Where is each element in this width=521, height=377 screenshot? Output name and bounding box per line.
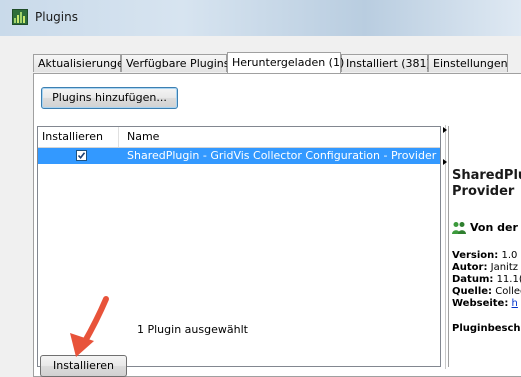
- tab-verfuegbare-plugins[interactable]: Verfügbare Plugins: [121, 54, 229, 72]
- table-row[interactable]: SharedPlugin - GridVis Collector Configu…: [38, 148, 440, 164]
- window-title: Plugins: [35, 10, 78, 24]
- list-header: Installieren Name: [38, 127, 440, 148]
- column-header-install[interactable]: Installieren: [38, 127, 118, 147]
- column-divider[interactable]: [118, 127, 119, 147]
- column-header-name[interactable]: Name: [123, 127, 423, 147]
- plugin-vendor: Von der: [451, 221, 518, 235]
- plugin-meta: Version: 1.0 Autor: Janitz Datum: 11.1( …: [452, 250, 521, 309]
- red-arrow-annotation: [70, 296, 109, 357]
- tab-aktualisierungen[interactable]: Aktualisierungen: [33, 54, 131, 72]
- tab-installiert[interactable]: Installiert (381): [341, 54, 431, 72]
- plugin-detail-title: SharedPlu Provider: [452, 168, 521, 199]
- plugin-detail-panel: SharedPlu Provider Von der Version: 1.0 …: [448, 126, 521, 367]
- website-link[interactable]: h: [512, 298, 518, 309]
- tab-heruntergeladen[interactable]: Heruntergeladen (1): [227, 52, 344, 73]
- checkmark-icon: [77, 152, 86, 160]
- tab-einstellungen[interactable]: Einstellungen: [428, 54, 508, 72]
- add-plugins-button[interactable]: Plugins hinzufügen...: [41, 87, 178, 109]
- plugin-name-cell: SharedPlugin - GridVis Collector Configu…: [127, 149, 437, 162]
- selection-status: 1 Plugin ausgewählt: [137, 323, 248, 336]
- plugins-app-icon: [12, 9, 28, 25]
- window-titlebar[interactable]: Plugins: [0, 0, 521, 37]
- install-checkbox[interactable]: [76, 150, 87, 161]
- people-icon: [451, 221, 467, 235]
- plugin-description-label: Pluginbesch: [452, 323, 521, 334]
